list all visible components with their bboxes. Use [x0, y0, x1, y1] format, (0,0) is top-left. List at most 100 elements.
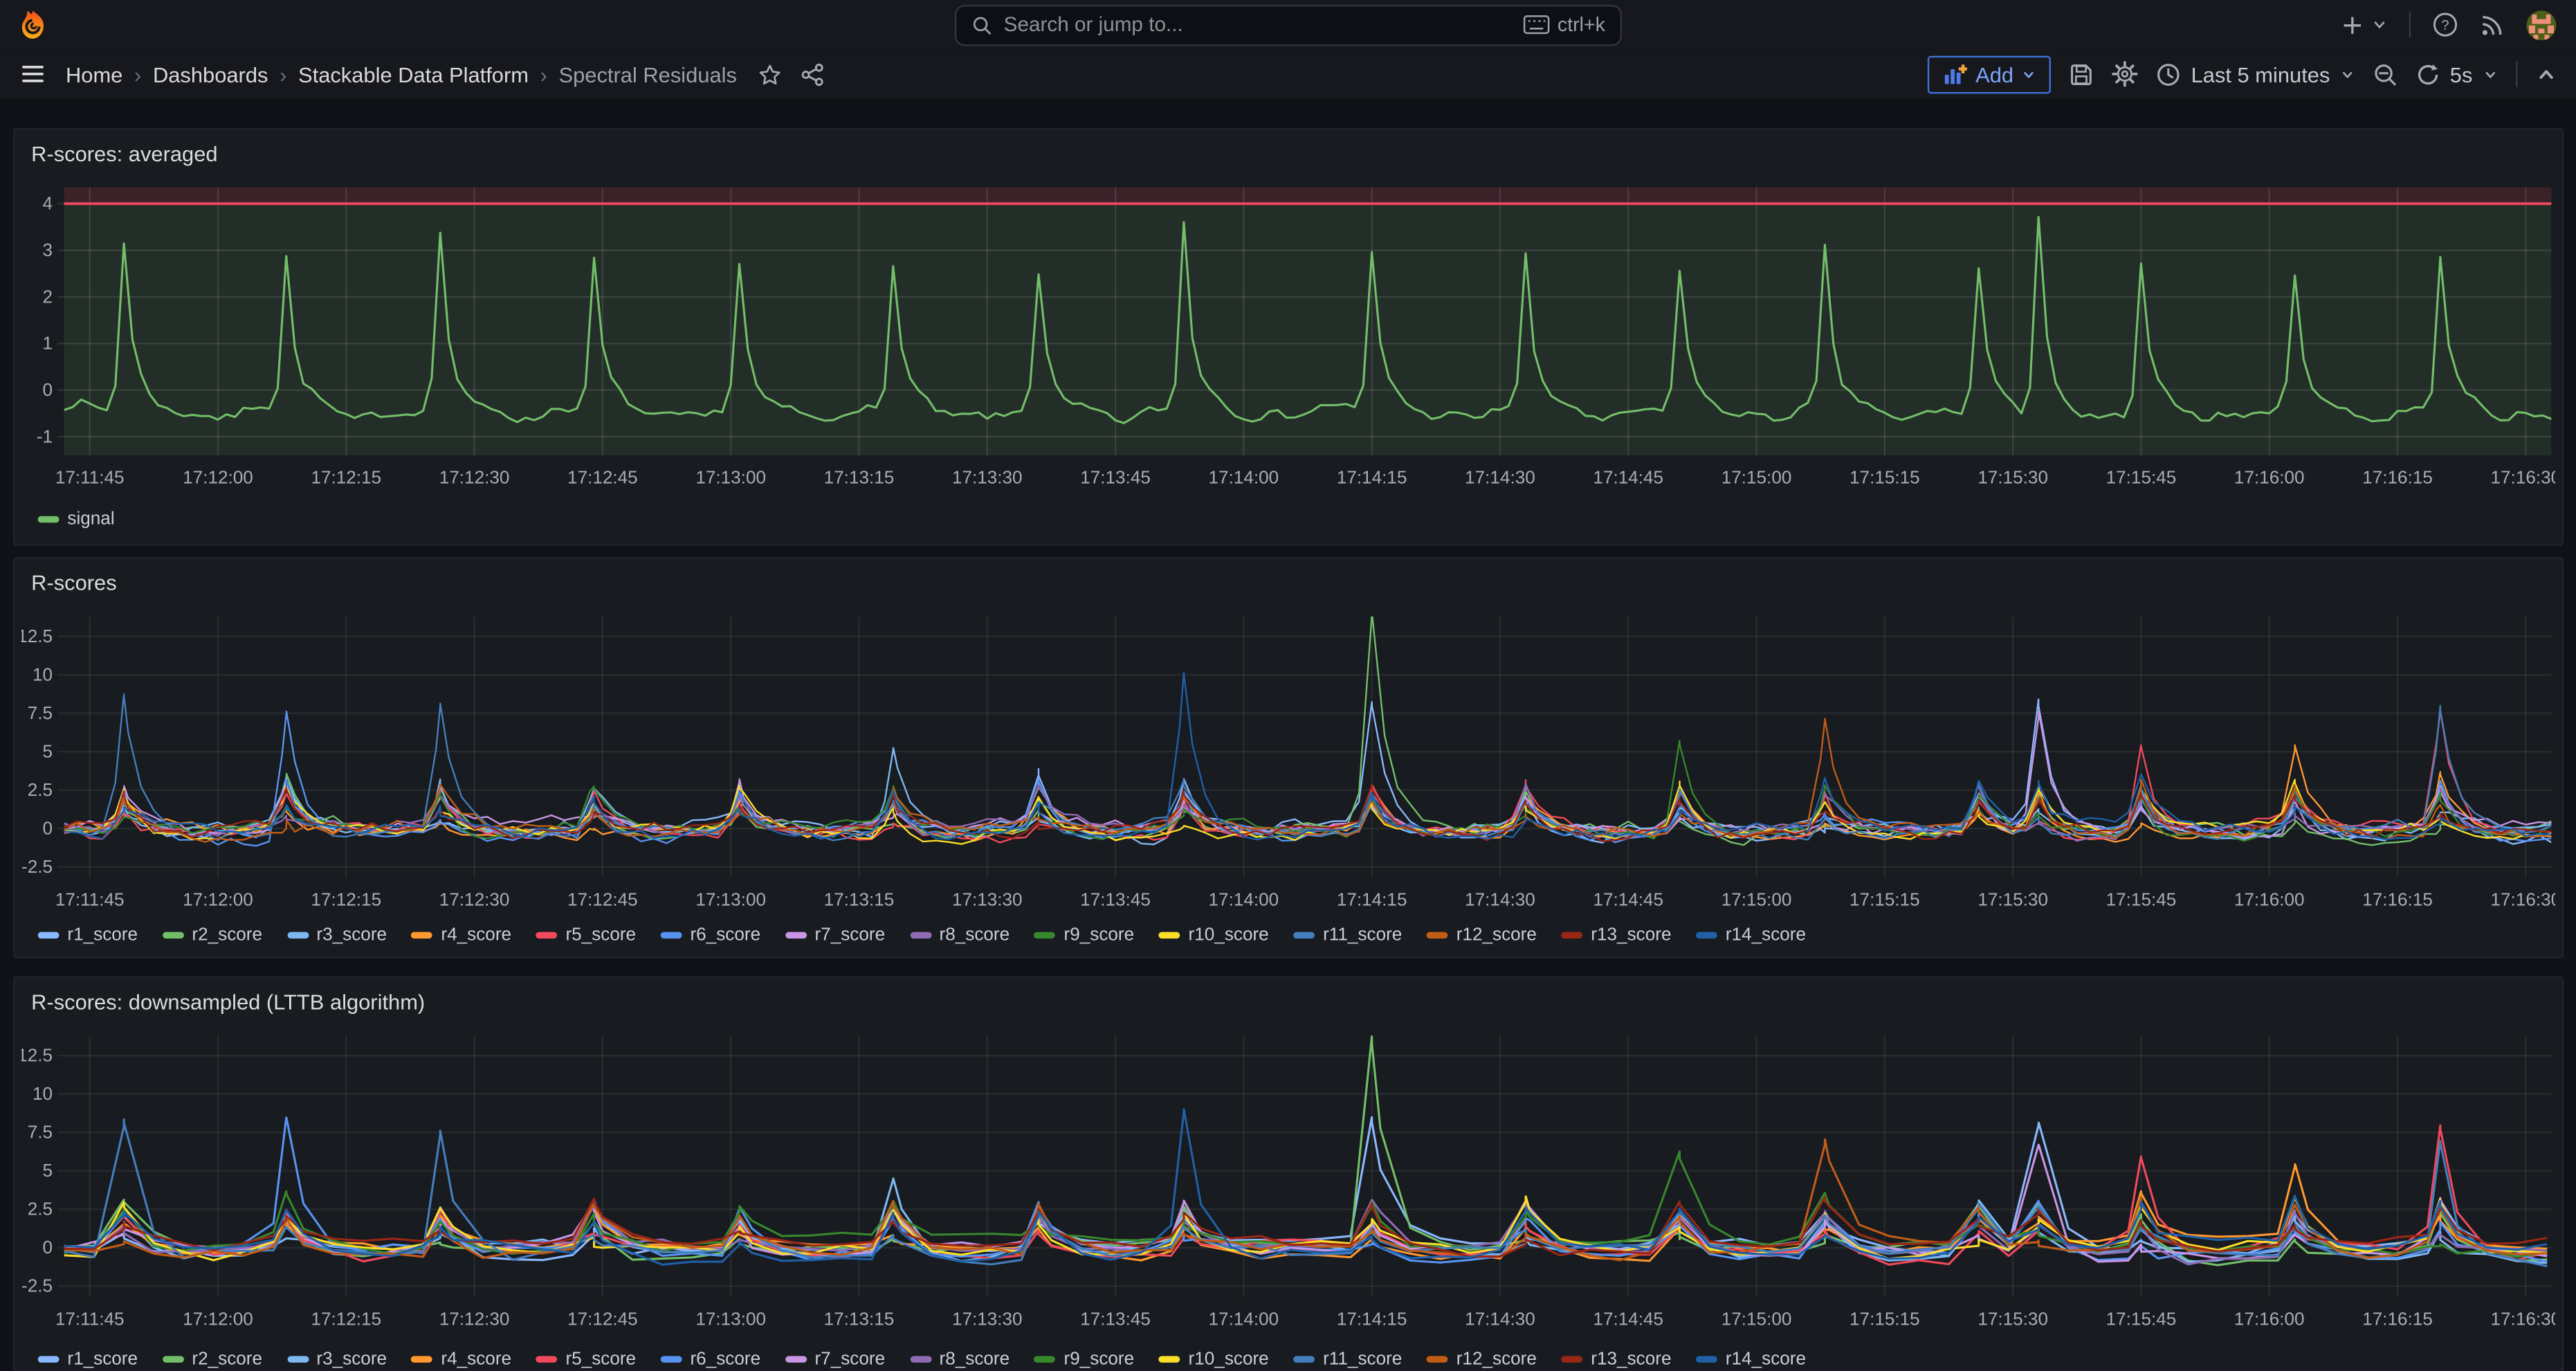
svg-text:5: 5 [42, 741, 53, 761]
svg-text:17:13:15: 17:13:15 [824, 1308, 895, 1329]
legend-series-swatch [1159, 932, 1180, 939]
legend-item[interactable]: r12_score [1427, 925, 1537, 945]
legend-series-label: r9_score [1064, 1350, 1135, 1370]
add-panel-button[interactable]: Add [1928, 55, 2051, 93]
legend-series-swatch [910, 1356, 931, 1363]
svg-text:17:16:00: 17:16:00 [2234, 889, 2305, 910]
legend-series-swatch [287, 932, 309, 939]
svg-text:17:14:45: 17:14:45 [1593, 889, 1663, 910]
panel-title[interactable]: R-scores [31, 570, 117, 595]
svg-text:17:15:00: 17:15:00 [1721, 1308, 1792, 1329]
zoom-out-time-button[interactable] [2373, 62, 2397, 87]
new-dropdown-button[interactable] [2339, 12, 2387, 37]
legend-item[interactable]: r2_score [163, 925, 262, 945]
legend-item[interactable]: r5_score [536, 925, 636, 945]
help-icon: ? [2431, 12, 2458, 38]
svg-text:17:13:45: 17:13:45 [1080, 1308, 1151, 1329]
svg-text:10: 10 [33, 664, 53, 684]
breadcrumb-dashboards[interactable]: Dashboards [153, 62, 268, 87]
legend-series-swatch [910, 932, 931, 939]
legend-item[interactable]: r3_score [287, 925, 387, 945]
mega-menu-button[interactable] [20, 61, 46, 87]
legend-item[interactable]: r4_score [412, 1350, 511, 1370]
share-button[interactable] [801, 62, 826, 87]
legend-series-label: r1_score [67, 1350, 138, 1370]
legend-item[interactable]: r14_score [1696, 925, 1806, 945]
legend-series-swatch [412, 1356, 433, 1363]
legend-series-swatch [163, 1356, 184, 1363]
legend-item[interactable]: r2_score [163, 1350, 262, 1370]
svg-text:2.5: 2.5 [28, 1199, 53, 1219]
save-dashboard-button[interactable] [2070, 62, 2094, 87]
legend-item[interactable]: r9_score [1034, 925, 1134, 945]
keyboard-icon [1523, 15, 1549, 35]
refresh-picker[interactable]: 5s [2415, 62, 2497, 87]
legend-series-label: r7_score [814, 925, 885, 945]
svg-text:17:15:30: 17:15:30 [1977, 466, 2048, 487]
top-nav-bar: Search or jump to... ctrl+k [0, 0, 2576, 49]
refresh-icon [2415, 62, 2440, 87]
legend-item[interactable]: r9_score [1034, 1350, 1134, 1370]
legend-item[interactable]: r11_score [1293, 925, 1402, 945]
legend-series-swatch [1034, 1356, 1056, 1363]
legend-item[interactable]: r7_score [785, 1350, 885, 1370]
legend-item[interactable]: r8_score [910, 1350, 1010, 1370]
legend-item[interactable]: r1_score [38, 1350, 138, 1370]
panel-title[interactable]: R-scores: averaged [31, 141, 217, 166]
search-input[interactable]: Search or jump to... ctrl+k [954, 4, 1621, 45]
legend-item[interactable]: r14_score [1696, 1350, 1806, 1370]
dashboard-settings-button[interactable] [2112, 61, 2139, 87]
panel-title[interactable]: R-scores: downsampled (LTTB algorithm) [31, 990, 425, 1015]
breadcrumb-separator: › [280, 62, 286, 87]
svg-text:17:14:15: 17:14:15 [1337, 1308, 1407, 1329]
legend-item[interactable]: r10_score [1159, 1350, 1269, 1370]
legend-item[interactable]: r3_score [287, 1350, 387, 1370]
user-avatar[interactable] [2525, 9, 2556, 40]
time-series-chart[interactable]: -10123417:11:4517:12:0017:12:1517:12:301… [21, 183, 2555, 495]
collapse-toolbar-button[interactable] [2535, 63, 2557, 84]
legend-series-swatch [1427, 1356, 1448, 1363]
legend-item[interactable]: r12_score [1427, 1350, 1537, 1370]
time-series-chart[interactable]: -2.502.557.51012.517:11:4517:12:0017:12:… [21, 612, 2555, 918]
legend-item[interactable]: signal [38, 509, 115, 529]
legend-item[interactable]: r8_score [910, 925, 1010, 945]
help-button[interactable]: ? [2431, 12, 2458, 38]
legend-item[interactable]: r7_score [785, 925, 885, 945]
news-button[interactable] [2479, 12, 2504, 37]
svg-text:17:13:00: 17:13:00 [695, 466, 766, 487]
grafana-logo-icon[interactable] [17, 8, 50, 42]
legend-series-swatch [38, 1356, 60, 1363]
svg-text:17:12:30: 17:12:30 [439, 889, 510, 910]
add-button-label: Add [1975, 62, 2013, 87]
legend-series-label: r5_score [565, 925, 636, 945]
legend-series-swatch [536, 1356, 558, 1363]
legend-series-label: r14_score [1726, 1350, 1806, 1370]
menu-icon [20, 61, 46, 87]
legend-item[interactable]: r11_score [1293, 1350, 1402, 1370]
breadcrumb-home[interactable]: Home [66, 62, 122, 87]
time-series-chart[interactable]: -2.502.557.51012.517:11:4517:12:0017:12:… [21, 1030, 2555, 1336]
legend-item[interactable]: r10_score [1159, 925, 1269, 945]
legend-item[interactable]: r13_score [1562, 1350, 1672, 1370]
chart-legend: r1_score r2_score r3_score r4_score r5_score… [38, 1350, 2548, 1370]
legend-item[interactable]: r6_score [661, 1350, 760, 1370]
svg-text:17:14:00: 17:14:00 [1209, 466, 1279, 487]
legend-series-label: r14_score [1726, 925, 1806, 945]
time-range-picker[interactable]: Last 5 minutes [2157, 62, 2355, 87]
svg-text:2.5: 2.5 [28, 779, 53, 800]
svg-text:17:12:00: 17:12:00 [183, 889, 253, 910]
legend-item[interactable]: r4_score [412, 925, 511, 945]
legend-item[interactable]: r6_score [661, 925, 760, 945]
svg-text:17:13:30: 17:13:30 [952, 466, 1023, 487]
legend-series-swatch [785, 932, 807, 939]
chevron-down-icon [2371, 17, 2387, 33]
breadcrumb-folder[interactable]: Stackable Data Platform [298, 62, 529, 87]
svg-text:17:13:30: 17:13:30 [952, 1308, 1023, 1329]
svg-text:17:14:30: 17:14:30 [1465, 889, 1535, 910]
legend-item[interactable]: r5_score [536, 1350, 636, 1370]
svg-text:17:12:00: 17:12:00 [183, 466, 253, 487]
favorite-button[interactable] [758, 62, 783, 87]
legend-item[interactable]: r13_score [1562, 925, 1672, 945]
legend-series-swatch [1562, 1356, 1583, 1363]
legend-item[interactable]: r1_score [38, 925, 138, 945]
